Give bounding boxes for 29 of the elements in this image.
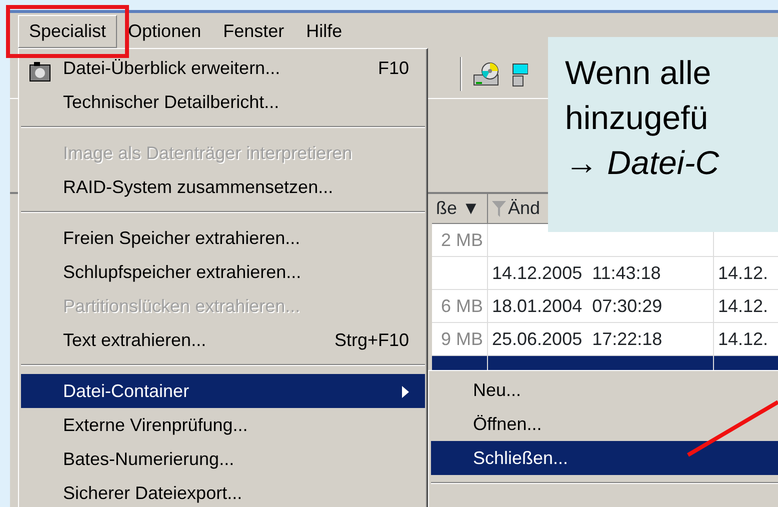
table-cell: 18.01.2004 07:30:29	[488, 290, 714, 323]
menu-item[interactable]: Freien Speicher extrahieren...	[21, 221, 425, 255]
menu-title[interactable]: Specialist	[18, 14, 118, 48]
table-cell: 2 MB	[432, 224, 488, 257]
callout-text: Wenn alle	[565, 53, 712, 93]
menu-item[interactable]: Schließen...	[431, 441, 778, 475]
menu-item[interactable]: Sicherer Dateiexport...	[21, 476, 425, 507]
menu-item[interactable]: Datei-Container	[21, 374, 425, 408]
menu-item[interactable]: Neu...	[431, 373, 778, 407]
menu-item[interactable]: Öffnen...	[431, 407, 778, 441]
menu-item[interactable]: Schlupfspeicher extrahieren...	[21, 255, 425, 289]
network-icon[interactable]	[512, 60, 528, 86]
menu-title[interactable]: Optionen	[117, 14, 212, 48]
callout-text: hinzugefü	[565, 98, 710, 138]
filter-icon	[492, 200, 506, 216]
table-cell: 14.12.2005 11:43:18	[488, 257, 714, 290]
table-cell: 14.12.	[714, 257, 778, 290]
menu-item[interactable]: RAID-System zusammensetzen...	[21, 170, 425, 204]
menu-item[interactable]: Technischer Detailbericht...	[21, 85, 425, 119]
menu-item[interactable]: Datei-Überblick erweitern... F10	[21, 51, 425, 85]
menu-item[interactable]: Text extrahieren... Strg+F10	[21, 323, 425, 357]
column-header[interactable]: Änd	[508, 195, 540, 222]
table-cell: 6 MB	[432, 290, 488, 323]
menu-item[interactable]: Bates-Numerierung...	[21, 442, 425, 476]
menu-title[interactable]: Hilfe	[295, 14, 354, 48]
menu-item[interactable]: Externe Virenprüfung...	[21, 408, 425, 442]
callout-text: → Datei-C	[565, 142, 720, 183]
table-cell: 14.12.	[714, 290, 778, 323]
menu-title[interactable]: Fenster	[212, 14, 296, 48]
